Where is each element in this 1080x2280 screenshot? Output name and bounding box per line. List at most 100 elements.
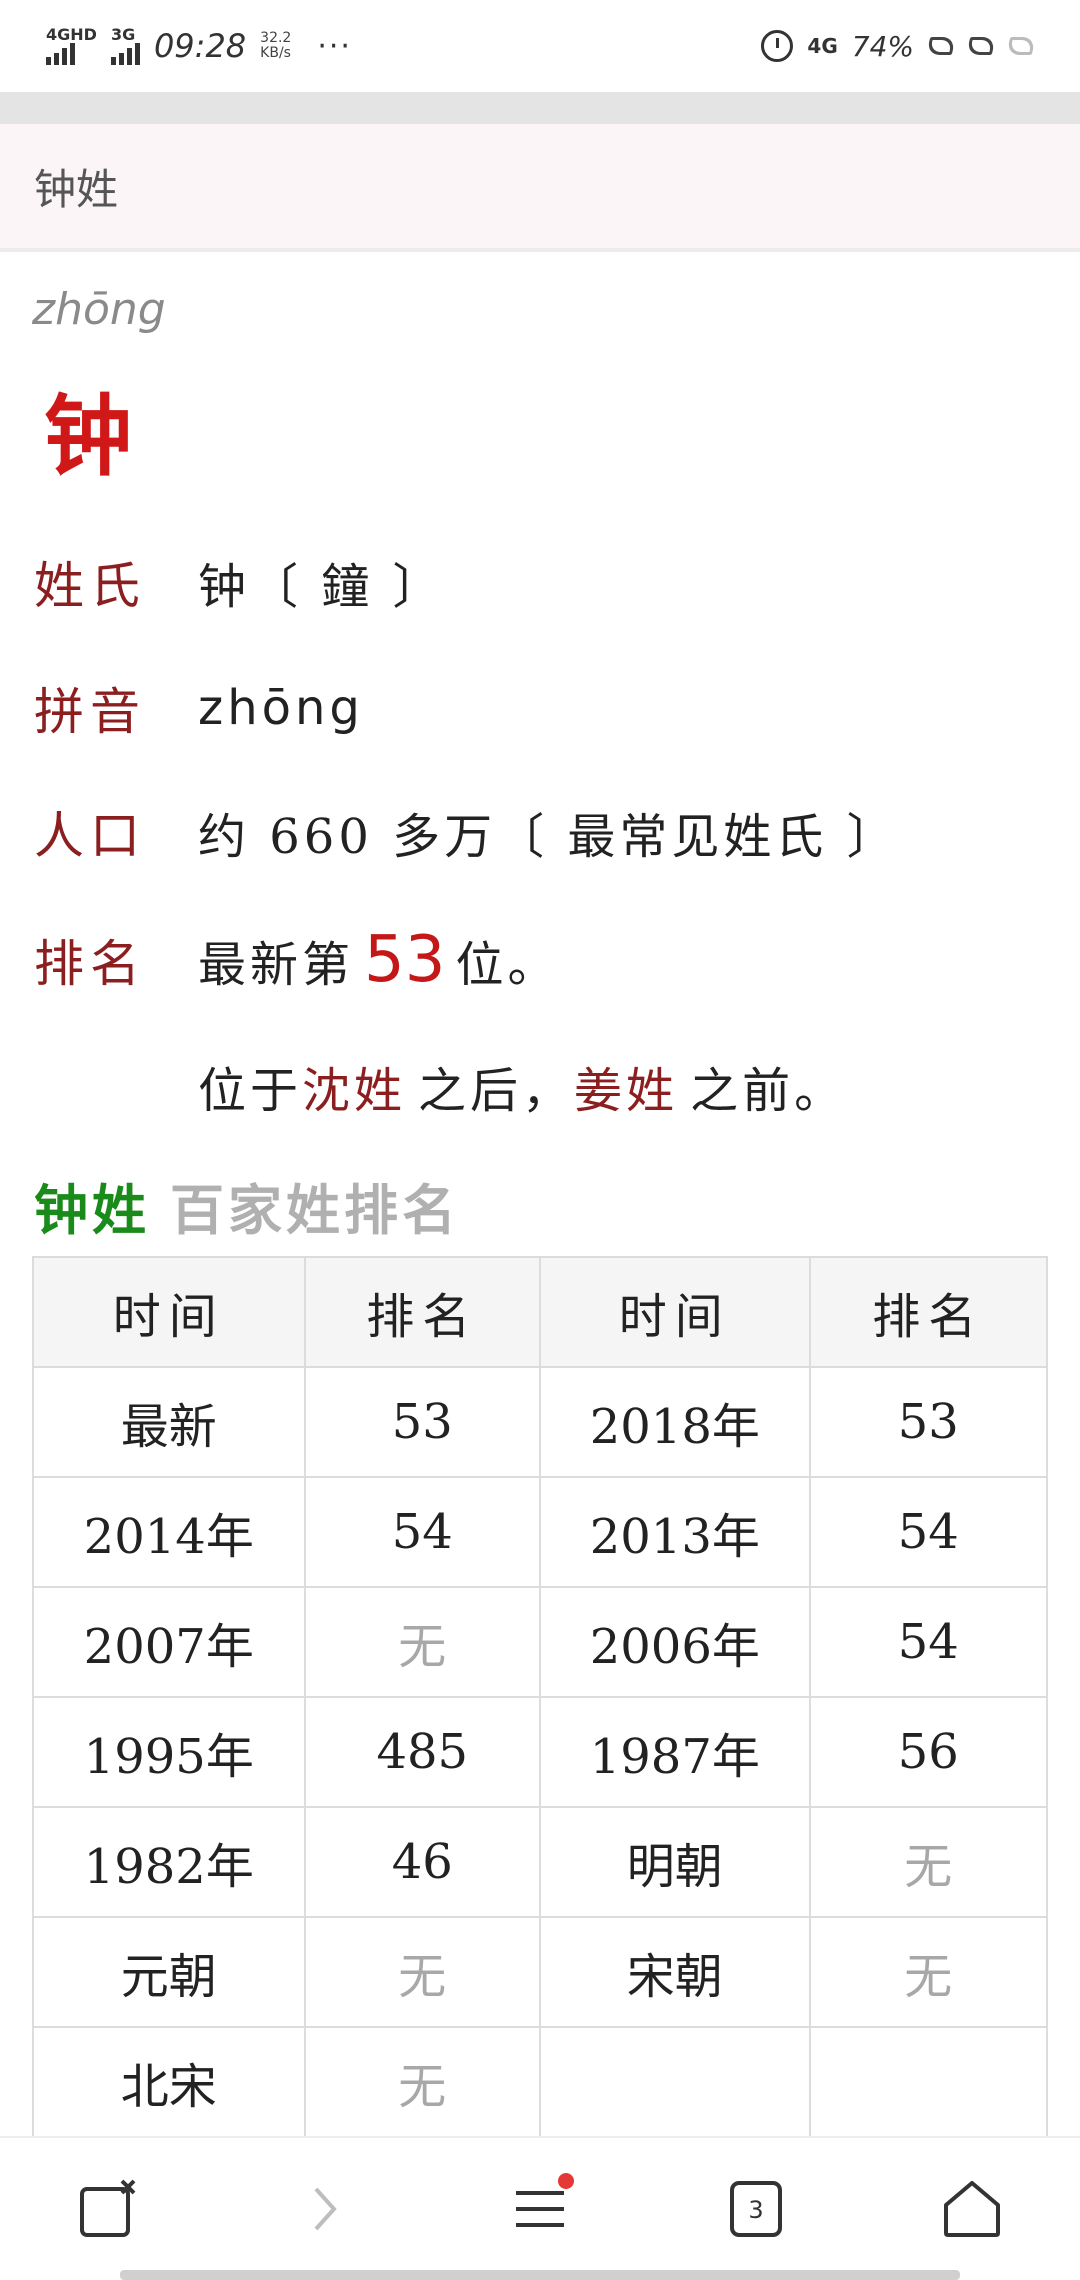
cell-rank: 无: [303, 1586, 542, 1698]
battery-leaf-icon: [925, 37, 957, 55]
cell-rank: 56: [808, 1696, 1049, 1808]
table-row: 1995年 485 1987年 56: [32, 1696, 1049, 1808]
cell-rank: 54: [808, 1586, 1049, 1698]
cell-rank: 53: [303, 1366, 542, 1478]
table-row: 元朝 无 宋朝 无: [32, 1916, 1049, 2028]
info-row-rank: 排名 最新第 53 位。: [34, 920, 1054, 1000]
cell-rank: 无: [303, 1916, 542, 2028]
separator-strip: [0, 92, 1080, 124]
pinyin-label: 拼音: [34, 683, 146, 741]
notification-dot: [558, 2173, 574, 2189]
net2-label: 3G: [110, 25, 136, 44]
table-header-row: 时间 排名 时间 排名: [32, 1256, 1049, 1368]
table-row: 北宋 无: [32, 2026, 1049, 2138]
info-row-position: 位于 沈姓 之后， 姜姓 之前。: [198, 1046, 1080, 1126]
tabs-icon: 3: [730, 2181, 782, 2237]
table-row: 1982年 46 明朝 无: [32, 1806, 1049, 1918]
section-title-surname: 钟姓: [34, 1178, 150, 1242]
pinyin-value: zhōng: [198, 680, 364, 736]
rank-label: 排名: [34, 935, 146, 993]
cell-time: 1995年: [32, 1696, 306, 1808]
home-button[interactable]: [912, 2159, 1032, 2259]
clock: 09:28: [153, 27, 247, 65]
population-value: 约 660 多万〔 最常见姓氏 〕: [198, 809, 899, 865]
before-surname-link[interactable]: 沈姓: [302, 1051, 406, 1121]
cell-time: 最新: [32, 1366, 306, 1478]
rank-number: 53: [364, 923, 446, 997]
table-row: 2014年 54 2013年 54: [32, 1476, 1049, 1588]
header-time: 时间: [32, 1256, 306, 1368]
cell-time: 2014年: [32, 1476, 306, 1588]
cell-rank: 485: [303, 1696, 542, 1808]
cell-rank: [808, 2026, 1049, 2138]
info-row-pinyin: 拼音 zhōng: [34, 668, 1054, 748]
info-row-population: 人口 约 660 多万〔 最常见姓氏 〕: [34, 792, 1054, 872]
status-left: 4GHD 3G 09:28 32.2 KB/s ···: [46, 27, 352, 65]
gesture-bar[interactable]: [120, 2270, 960, 2280]
menu-button[interactable]: [480, 2159, 600, 2259]
population-label: 人口: [34, 807, 146, 865]
cell-rank: 无: [808, 1916, 1049, 2028]
status-right: 4G 74%: [761, 29, 1037, 63]
cell-time: 1982年: [32, 1806, 306, 1918]
table-row: 最新 53 2018年 53: [32, 1366, 1049, 1478]
cell-rank: 无: [808, 1806, 1049, 1918]
alarm-icon: [761, 30, 794, 62]
surname-character: 钟: [44, 384, 133, 488]
ranking-table: 时间 排名 时间 排名 最新 53 2018年 53 2014年 54 2013…: [32, 1256, 1049, 2138]
cell-time: 元朝: [32, 1916, 306, 2028]
bottom-nav: 3: [0, 2136, 1080, 2280]
section-title: 钟姓 百家姓排名: [34, 1166, 460, 1245]
cell-time: 2013年: [539, 1476, 811, 1588]
battery-leaf-icon: [1005, 37, 1037, 55]
info-row-surname: 姓氏 钟〔 鐘 〕: [34, 542, 1054, 622]
cell-time: 2006年: [539, 1586, 811, 1698]
cell-time: 2007年: [32, 1586, 306, 1698]
cell-time: 2018年: [539, 1366, 811, 1478]
forward-button[interactable]: [264, 2159, 384, 2259]
close-window-icon: [80, 2179, 136, 2237]
position-suffix: 之前。: [690, 1063, 847, 1119]
page-title: 钟姓: [34, 164, 119, 214]
cell-time: 1987年: [539, 1696, 811, 1808]
surname-label: 姓氏: [34, 557, 146, 615]
cell-rank: 54: [303, 1476, 542, 1588]
cell-rank: 54: [808, 1476, 1049, 1588]
chevron-right-icon: [314, 2187, 337, 2231]
cell-rank: 46: [303, 1806, 542, 1918]
battery-leaf-icon: [965, 37, 997, 55]
section-title-rest: 百家姓排名: [170, 1178, 460, 1242]
cell-rank: 无: [303, 2026, 542, 2138]
net1-label: 4GHD: [46, 25, 97, 44]
position-middle: 之后，: [418, 1063, 575, 1119]
close-page-button[interactable]: [48, 2159, 168, 2259]
tabs-button[interactable]: 3: [696, 2159, 816, 2259]
status-bar: 4GHD 3G 09:28 32.2 KB/s ··· 4G 74%: [0, 0, 1080, 92]
tabs-count: 3: [748, 2196, 763, 2224]
surname-value: 钟〔 鐘 〕: [198, 559, 445, 615]
signal-3g-icon: 3G: [110, 25, 140, 65]
after-surname-link[interactable]: 姜姓: [574, 1051, 678, 1121]
rank-suffix: 位。: [455, 937, 560, 993]
position-prefix: 位于: [198, 1063, 303, 1119]
speed-value: 32.2: [260, 30, 292, 46]
battery-level: 74%: [851, 29, 914, 63]
speed-unit: KB/s: [260, 45, 291, 61]
table-row: 2007年 无 2006年 54: [32, 1586, 1049, 1698]
cell-rank: 53: [808, 1366, 1049, 1478]
header-time: 时间: [539, 1256, 811, 1368]
surname-pinyin: zhōng: [32, 284, 166, 335]
header-rank: 排名: [808, 1256, 1049, 1368]
signal-4g-icon: 4GHD: [46, 27, 97, 65]
cell-time: [539, 2026, 811, 2138]
cell-time: 宋朝: [539, 1916, 811, 2028]
page-header: 钟姓: [0, 124, 1080, 252]
home-icon: [944, 2181, 1000, 2237]
header-rank: 排名: [303, 1256, 542, 1368]
rank-prefix: 最新第: [198, 937, 355, 993]
menu-icon: [516, 2191, 564, 2227]
network-speed: 32.2 KB/s: [260, 31, 291, 61]
cell-time: 北宋: [32, 2026, 306, 2138]
sim-4g-label: 4G: [807, 34, 838, 58]
more-notifications-icon: ···: [317, 28, 352, 64]
